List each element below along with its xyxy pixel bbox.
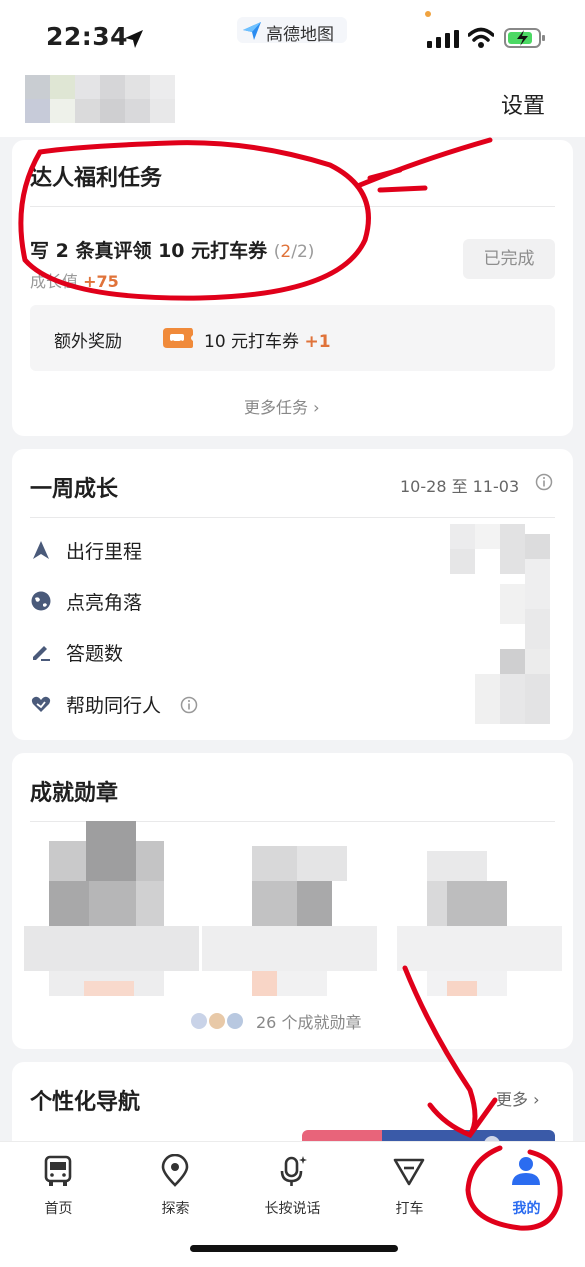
- pencil-icon: [33, 646, 50, 661]
- location-arrow-icon: [125, 30, 143, 48]
- person-icon: [512, 1157, 540, 1185]
- taxi-coupon-label: 10 元打车券: [204, 332, 300, 352]
- wifi-icon: [468, 27, 494, 48]
- tab-taxi[interactable]: 打车: [351, 1152, 468, 1222]
- task-text: 写 2 条真评领 10 元打车券: [30, 240, 268, 262]
- microphone-icon: [280, 1156, 307, 1186]
- metric-label: 答题数: [66, 643, 124, 665]
- map-pin-icon: [161, 1154, 189, 1187]
- settings-button[interactable]: 设置: [501, 88, 545, 120]
- badge-item-3[interactable]: [387, 821, 562, 1011]
- task-done-button[interactable]: 已完成: [463, 239, 555, 279]
- navigation-arrow-icon: [33, 541, 49, 559]
- status-time: 22:34: [46, 22, 129, 51]
- info-icon[interactable]: [535, 473, 553, 491]
- taxi-coupon-icon: [163, 328, 193, 348]
- task-progress-current: 2: [280, 242, 292, 262]
- divider: [30, 206, 555, 207]
- nav-more-link[interactable]: 更多 ›: [496, 1086, 540, 1110]
- metric-values-blurred: [450, 524, 550, 724]
- badges-card-title: 成就勋章: [30, 781, 119, 806]
- home-indicator: [190, 1245, 398, 1252]
- metric-label: 点亮角落: [66, 592, 143, 614]
- tab-home[interactable]: 首页: [0, 1152, 117, 1222]
- tab-mine[interactable]: 我的: [468, 1152, 585, 1222]
- metric-label: 出行里程: [66, 541, 143, 563]
- tab-label: 长按说话: [264, 1201, 321, 1217]
- tab-voice[interactable]: 长按说话: [234, 1152, 351, 1222]
- more-tasks-link[interactable]: 更多任务 ›: [244, 394, 320, 418]
- tab-label: 打车: [395, 1201, 424, 1217]
- weekly-card-title: 一周成长: [30, 477, 119, 502]
- signal-icon: [427, 30, 459, 48]
- tab-explore[interactable]: 探索: [117, 1152, 234, 1222]
- privacy-dot: [425, 11, 431, 17]
- bus-icon: [44, 1155, 72, 1186]
- task-item-title: 写 2 条真评领 10 元打车券 (2/2): [30, 236, 314, 263]
- metric-label: 帮助同行人: [66, 695, 162, 717]
- badges-card: 成就勋章 26 个成就勋章: [12, 753, 573, 1049]
- badge-item-2[interactable]: [202, 821, 377, 1011]
- extra-reward-label: 额外奖励: [54, 332, 122, 352]
- avatar[interactable]: [25, 75, 175, 123]
- tab-label: 我的: [512, 1201, 541, 1217]
- app-name[interactable]: 高德地图: [266, 20, 334, 45]
- nav-card-title: 个性化导航: [30, 1090, 141, 1115]
- badge-item-1[interactable]: [24, 821, 199, 1011]
- weekly-growth-card: 一周成长 10-28 至 11-03 出行里程 点亮角落 答题数 帮助同行人: [12, 449, 573, 740]
- growth-value: +75: [83, 272, 119, 291]
- amap-logo-icon: [243, 22, 261, 40]
- task-progress: (2/2): [274, 242, 315, 262]
- tasks-card: 达人福利任务 写 2 条真评领 10 元打车券 (2/2) 成长值 +75 已完…: [12, 140, 573, 436]
- globe-icon: [31, 591, 51, 611]
- tab-label: 首页: [44, 1201, 73, 1217]
- divider: [30, 517, 555, 518]
- tab-label: 探索: [161, 1201, 190, 1217]
- task-progress-rest: /2): [291, 242, 315, 262]
- tasks-card-title: 达人福利任务: [30, 166, 163, 191]
- growth-value-row: 成长值 +75: [30, 268, 119, 292]
- taxi-coupon-count: +1: [304, 332, 331, 352]
- heart-hand-icon: [31, 696, 51, 712]
- taxi-flag-icon: [393, 1158, 425, 1186]
- info-icon[interactable]: [180, 696, 198, 714]
- weekly-date-range: 10-28 至 11-03: [400, 477, 520, 496]
- badges-count[interactable]: 26 个成就勋章: [256, 1009, 361, 1033]
- taxi-coupon-row: 10 元打车券 +1: [204, 327, 331, 352]
- badge-stack-icon: [191, 1013, 243, 1029]
- battery-charging-icon: [504, 28, 545, 48]
- growth-label: 成长值: [30, 272, 79, 291]
